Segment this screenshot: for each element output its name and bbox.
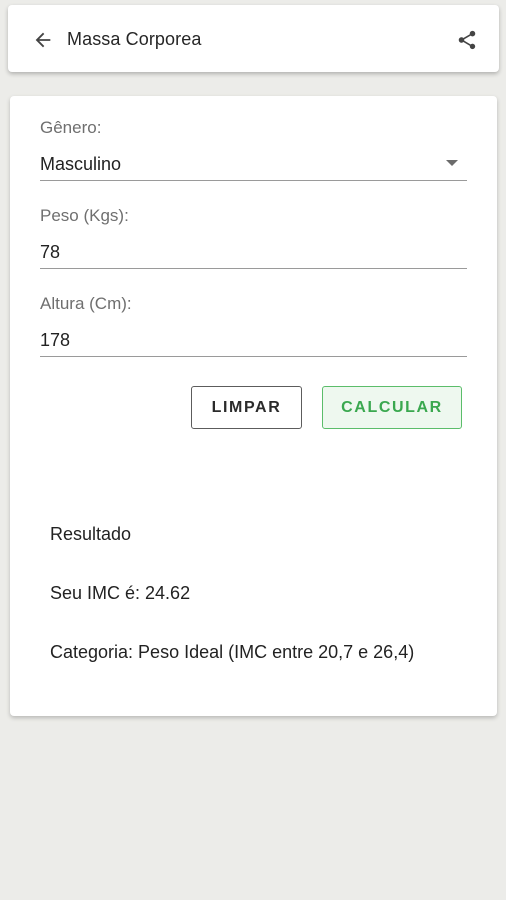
imc-value: Seu IMC é: 24.62: [50, 583, 191, 603]
height-underline: [40, 356, 467, 357]
clear-button[interactable]: LIMPAR: [191, 386, 302, 429]
imc-category: Categoria: Peso Ideal (IMC entre 20,7 e …: [50, 642, 415, 662]
chevron-down-icon[interactable]: [446, 160, 458, 166]
weight-underline: [40, 268, 467, 269]
share-icon: [458, 30, 476, 50]
bmi-form-card: Gênero: Masculino Peso (Kgs): 78 Altura …: [10, 96, 497, 716]
arrow-back-icon: [35, 32, 51, 48]
weight-label: Peso (Kgs):: [40, 206, 129, 225]
gender-select[interactable]: Masculino: [40, 154, 467, 175]
result-heading: Resultado: [50, 524, 132, 544]
weight-input[interactable]: 78: [40, 242, 467, 263]
calculate-button[interactable]: CALCULAR: [322, 386, 462, 429]
page-title: Massa Corporea: [67, 29, 202, 49]
gender-label: Gênero:: [40, 118, 102, 137]
height-input[interactable]: 178: [40, 330, 467, 351]
share-button[interactable]: [454, 27, 480, 53]
app-bar: Massa Corporea: [8, 5, 499, 72]
back-button[interactable]: [28, 25, 58, 55]
gender-underline: [40, 180, 467, 181]
height-label: Altura (Cm):: [40, 294, 132, 313]
